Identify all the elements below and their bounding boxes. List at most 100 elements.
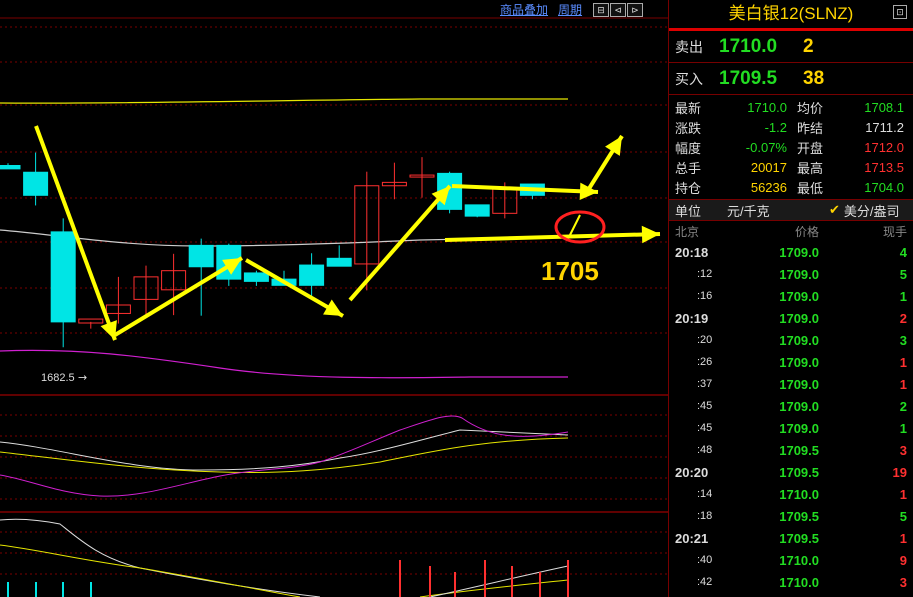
buy-quote: 买入 1709.5 38 bbox=[669, 63, 913, 95]
candle-body bbox=[23, 171, 49, 196]
trade-price: 1709.5 bbox=[779, 464, 819, 480]
unit-option[interactable]: 美分/盎司 bbox=[844, 201, 900, 220]
trade-price: 1709.5 bbox=[779, 530, 819, 546]
candle-body bbox=[243, 272, 269, 282]
stat-value: -1.2 bbox=[764, 119, 787, 135]
trade-row: 20:20 1709.5 19 bbox=[669, 461, 913, 483]
stat-value: 1711.2 bbox=[865, 119, 904, 135]
time-header: 北京 bbox=[675, 224, 700, 239]
buy-label: 买入 bbox=[675, 70, 703, 87]
sell-quote: 卖出 1710.0 2 bbox=[669, 31, 913, 63]
stat-value: 1708.1 bbox=[864, 99, 904, 115]
buy-volume: 38 bbox=[803, 67, 825, 89]
trade-row: 20:21 1709.5 1 bbox=[669, 527, 913, 549]
trade-price: 1709.0 bbox=[779, 310, 819, 326]
stat-value: 1713.5 bbox=[864, 159, 904, 175]
trade-qty: 1 bbox=[899, 486, 907, 502]
trade-row: :45 1709.0 1 bbox=[669, 417, 913, 439]
trade-time: :16 bbox=[697, 290, 713, 302]
qty-header: 现手 bbox=[882, 224, 907, 239]
price-header: 价格 bbox=[794, 224, 819, 239]
trade-row: :20 1709.0 3 bbox=[669, 329, 913, 351]
trade-time: :48 bbox=[697, 444, 713, 456]
stat-value: -0.07% bbox=[745, 139, 787, 155]
stats-row: 持仓 56236 最低 1704.0 bbox=[669, 177, 913, 197]
trade-price: 1709.0 bbox=[779, 244, 819, 260]
trade-time: :42 bbox=[697, 576, 713, 588]
trade-price: 1709.0 bbox=[779, 288, 819, 304]
trade-time: 20:20 bbox=[675, 464, 709, 480]
quote-panel: 美白银12(SLNZ) ⊡ 卖出 1710.0 2 买入 1709.5 38 最… bbox=[668, 0, 913, 597]
check-icon[interactable]: ✔ bbox=[829, 202, 840, 218]
trade-qty: 19 bbox=[892, 464, 907, 480]
scroll-right-icon[interactable]: ⊳ bbox=[627, 2, 644, 17]
stat-label: 总手 bbox=[675, 160, 702, 176]
trade-time: 20:21 bbox=[675, 530, 709, 546]
trade-price: 1709.5 bbox=[779, 508, 819, 524]
stats-table: 最新 1710.0 均价 1708.1 涨跌 -1.2 昨结 1711.2 幅度 -0.07% 开盘… bbox=[669, 95, 913, 200]
sell-label: 卖出 bbox=[675, 38, 703, 55]
stats-row: 最新 1710.0 均价 1708.1 bbox=[669, 97, 913, 117]
trade-row: 20:18 1709.0 4 bbox=[669, 241, 913, 263]
unit-value[interactable]: 元/千克 bbox=[727, 201, 807, 220]
trade-time: :20 bbox=[697, 334, 713, 346]
low-price-arrow: → bbox=[78, 371, 87, 384]
trade-qty: 4 bbox=[899, 244, 907, 260]
highlight-tick bbox=[569, 214, 581, 236]
trade-qty: 3 bbox=[899, 332, 907, 348]
candle-body bbox=[464, 204, 490, 217]
trade-price: 1709.0 bbox=[779, 332, 819, 348]
trade-price: 1710.0 bbox=[779, 574, 819, 590]
restore-icon[interactable]: ⊡ bbox=[893, 5, 907, 19]
stat-label: 持仓 bbox=[675, 180, 702, 196]
trade-qty: 9 bbox=[899, 552, 907, 568]
trade-time: :12 bbox=[697, 268, 713, 280]
indicator-panel-2 bbox=[0, 518, 569, 597]
level-annotation: 1705 bbox=[541, 256, 599, 286]
trade-qty: 1 bbox=[899, 354, 907, 370]
trade-row: :45 1709.0 2 bbox=[669, 395, 913, 417]
trade-row: :48 1709.5 3 bbox=[669, 439, 913, 461]
trade-time: :37 bbox=[697, 378, 713, 390]
trades-list[interactable]: 20:18 1709.0 4:12 1709.0 5:16 1709.0 1 20:19 170… bbox=[669, 241, 913, 593]
trade-qty: 3 bbox=[899, 574, 907, 590]
trade-row: :14 1710.0 1 bbox=[669, 483, 913, 505]
trade-row: :16 1709.0 1 bbox=[669, 285, 913, 307]
instrument-title: 美白银12(SLNZ) ⊡ bbox=[669, 0, 913, 31]
trade-time: :40 bbox=[697, 554, 713, 566]
stat-value: 20017 bbox=[750, 159, 787, 175]
trade-row: :37 1709.0 1 bbox=[669, 373, 913, 395]
stat-label: 涨跌 bbox=[675, 120, 702, 136]
trade-price: 1709.0 bbox=[779, 354, 819, 370]
trade-row: :18 1709.5 5 bbox=[669, 505, 913, 527]
trade-row: :26 1709.0 1 bbox=[669, 351, 913, 373]
trade-row: 20:19 1709.0 2 bbox=[669, 307, 913, 329]
ind2-line-white-2 bbox=[429, 565, 569, 597]
buy-price: 1709.5 bbox=[719, 67, 778, 89]
scroll-left-icon[interactable]: ⊲ bbox=[610, 2, 627, 17]
trend-arrow-line bbox=[444, 232, 661, 242]
unit-label: 单位 bbox=[675, 203, 702, 219]
trade-time: :45 bbox=[697, 400, 713, 412]
overlay-button[interactable]: 商品叠加 bbox=[500, 1, 548, 18]
stat-label: 最高 bbox=[797, 160, 824, 176]
candle-body bbox=[326, 257, 352, 267]
stat-value: 1712.0 bbox=[864, 139, 904, 155]
trade-qty: 1 bbox=[899, 530, 907, 546]
trade-row: :12 1709.0 5 bbox=[669, 263, 913, 285]
period-button[interactable]: 周期 bbox=[558, 1, 582, 18]
instrument-name: 美白银12(SLNZ) bbox=[728, 4, 854, 23]
zoom-out-icon[interactable]: ⊟ bbox=[593, 2, 610, 17]
stat-label: 最新 bbox=[675, 100, 702, 116]
indicator-panel-1 bbox=[0, 415, 569, 497]
low-price-label: 1682.5 bbox=[41, 372, 75, 384]
kline-chart[interactable]: 1682.5 → 1705 bbox=[0, 0, 668, 597]
ind2-line-white bbox=[0, 518, 321, 597]
sell-price: 1710.0 bbox=[719, 35, 778, 57]
trade-time: :26 bbox=[697, 356, 713, 368]
trade-qty: 3 bbox=[899, 442, 907, 458]
trade-price: 1709.0 bbox=[779, 376, 819, 392]
trade-price: 1710.0 bbox=[779, 486, 819, 502]
chart-toolbar: 商品叠加 周期 ⊟ ⊲ ⊳ bbox=[500, 0, 644, 18]
trade-price: 1709.0 bbox=[779, 266, 819, 282]
